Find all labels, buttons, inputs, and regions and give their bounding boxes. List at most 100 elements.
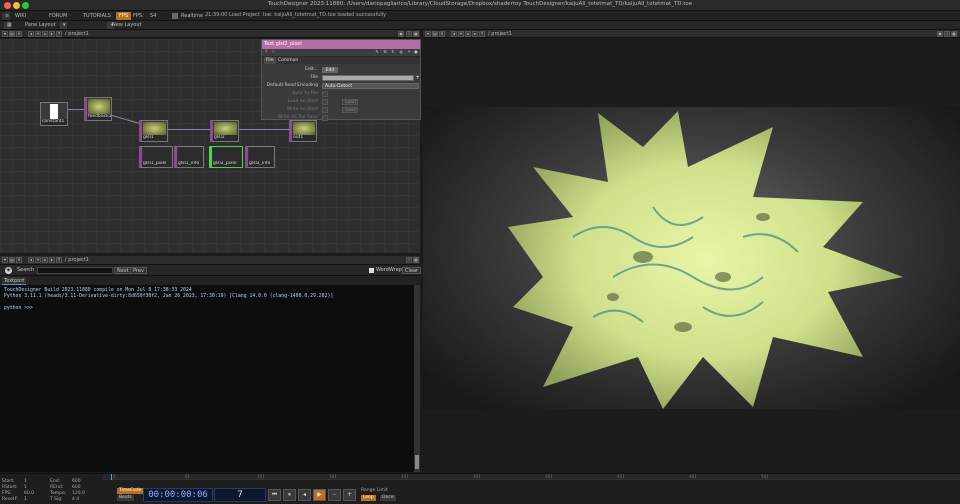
textport-scrollbar[interactable] <box>414 285 420 472</box>
timeline-ruler[interactable]: 1 61 121 181 241 301 361 421 481 541 <box>103 474 960 480</box>
write-on-toe-save-toggle[interactable] <box>322 114 328 121</box>
textport-output[interactable]: TouchDesigner Build 2023.11880 compile o… <box>0 285 414 472</box>
add-param-icon[interactable]: + <box>406 50 412 56</box>
pane-menu-icon[interactable]: ▾ <box>425 31 431 37</box>
output-viewer[interactable] <box>423 39 960 472</box>
pane-grid-icon[interactable]: ▦ <box>413 31 419 37</box>
resetf-value[interactable]: 1 <box>24 497 27 502</box>
menu-icon[interactable]: ≡ <box>2 12 10 20</box>
color-icon[interactable]: ● <box>413 50 419 56</box>
fps-badge[interactable]: FPS <box>116 12 132 20</box>
home-icon[interactable]: ⌂ <box>42 257 48 263</box>
pane-close-icon[interactable]: × <box>16 257 22 263</box>
pane-menu-icon[interactable]: ▾ <box>2 31 8 37</box>
up-icon[interactable]: ↑ <box>56 257 62 263</box>
node-out1[interactable]: out1 <box>289 120 317 142</box>
add-icon[interactable]: + <box>35 257 41 263</box>
write-on-start-toggle[interactable] <box>322 106 328 113</box>
tab-pane-layout[interactable]: Pane Layout <box>22 22 59 29</box>
node-feedback1[interactable]: feedback1 <box>84 97 112 121</box>
wordwrap-checkbox[interactable] <box>369 268 374 273</box>
pane-close-icon[interactable]: × <box>439 31 445 37</box>
step-forward-icon[interactable]: – <box>328 489 341 501</box>
pane-info-icon[interactable]: i <box>944 31 950 37</box>
back-icon[interactable]: ◂ <box>28 31 34 37</box>
skip-end-icon[interactable]: + <box>343 489 356 501</box>
add-icon[interactable]: + <box>458 31 464 37</box>
pane-split-icon[interactable]: ▤ <box>9 257 15 263</box>
scrollbar-thumb[interactable] <box>415 455 419 469</box>
load-button[interactable]: Load <box>342 98 358 105</box>
sync-toggle[interactable] <box>322 90 328 97</box>
back-icon[interactable]: ◂ <box>451 31 457 37</box>
info-icon[interactable]: i <box>270 50 276 56</box>
rend-value[interactable]: 600 <box>72 485 81 490</box>
pane-close-icon[interactable]: × <box>16 31 22 37</box>
timecode-mode-button[interactable]: TimeCode <box>117 488 144 494</box>
load-on-start-toggle[interactable] <box>322 98 328 105</box>
node-constant1[interactable]: constant1 <box>40 102 68 126</box>
forward-icon[interactable]: ▸ <box>49 257 55 263</box>
menu-forum[interactable]: FORUM <box>46 12 70 20</box>
pane-info-icon[interactable]: i <box>406 31 412 37</box>
once-button[interactable]: Once <box>380 495 396 501</box>
pane-settings-icon[interactable]: ◉ <box>398 31 404 37</box>
step-back-icon[interactable]: ◂ <box>298 489 311 501</box>
menu-wiki[interactable]: WIKI <box>12 12 29 20</box>
parameter-dialog[interactable]: Text glsl2_pixel ? i ✎ ⚒ ↻ ◍ + ● File Co… <box>261 39 421 121</box>
textport-path[interactable]: / project1 <box>65 256 89 264</box>
back-icon[interactable]: ◂ <box>28 257 34 263</box>
node-glsl2[interactable]: glsl2 <box>210 120 239 142</box>
pane-settings-icon[interactable]: ◉ <box>937 31 943 37</box>
render-output-image[interactable] <box>423 107 960 409</box>
tab-file[interactable]: File <box>264 57 276 64</box>
node-glsl2-info[interactable]: glsl2_info <box>245 146 275 168</box>
node-glsl1-pixel[interactable]: glsl1_pixel <box>139 146 173 168</box>
pane-split-icon[interactable]: ▤ <box>432 31 438 37</box>
file-field[interactable] <box>322 74 414 81</box>
rstart-value[interactable]: 1 <box>24 485 27 490</box>
edit-icon[interactable]: ✎ <box>374 50 380 56</box>
tab-textport[interactable]: Textport <box>2 277 27 285</box>
layout-icon[interactable]: ▦ <box>4 22 12 29</box>
pane-info-icon[interactable]: i <box>406 257 412 263</box>
wrench-icon[interactable]: ⚒ <box>382 50 388 56</box>
prev-button[interactable]: Prev <box>130 267 147 274</box>
play-icon[interactable]: ▶ <box>313 489 326 501</box>
end-value[interactable]: 600 <box>72 479 81 484</box>
layout-menu-icon[interactable]: ▾ <box>60 22 67 29</box>
viewer-path[interactable]: / project1 <box>488 30 512 38</box>
tempo-value[interactable]: 120.0 <box>72 491 85 496</box>
edit-button[interactable]: Edit <box>322 66 338 73</box>
node-glsl1-info[interactable]: glsl1_info <box>174 146 204 168</box>
parameter-header[interactable]: Text glsl2_pixel <box>262 40 420 49</box>
pane-grid-icon[interactable]: ▦ <box>413 257 419 263</box>
pane-menu-icon[interactable]: ▾ <box>2 257 8 263</box>
textport-prompt[interactable]: python >>> <box>4 306 410 312</box>
up-icon[interactable]: ↑ <box>479 31 485 37</box>
loop-button[interactable]: Loop <box>361 495 376 501</box>
home-icon[interactable]: ⌂ <box>465 31 471 37</box>
pane-split-icon[interactable]: ▤ <box>9 31 15 37</box>
home-icon[interactable]: ⌂ <box>42 31 48 37</box>
search-input[interactable] <box>37 267 113 274</box>
node-glsl2-pixel[interactable]: glsl2_pixel <box>209 146 243 168</box>
clear-button[interactable]: Clear <box>402 267 422 274</box>
add-file-icon[interactable]: + <box>415 74 420 81</box>
tab-new-layout[interactable]: New Layout <box>109 22 145 29</box>
forward-icon[interactable]: ▸ <box>472 31 478 37</box>
playhead[interactable] <box>111 474 112 480</box>
node-glsl1[interactable]: glsl1 <box>139 120 168 142</box>
beats-mode-button[interactable]: Beats <box>117 495 134 501</box>
next-button[interactable]: Next <box>114 267 132 274</box>
network-path[interactable]: / project1 <box>65 30 89 38</box>
frame-display[interactable]: 7 <box>214 488 266 502</box>
menu-tutorials[interactable]: TUTORIALS <box>80 12 114 20</box>
refresh-icon[interactable]: ↻ <box>390 50 396 56</box>
up-icon[interactable]: ↑ <box>56 31 62 37</box>
encoding-dropdown[interactable]: Auto-Detect <box>322 82 419 89</box>
search-icon[interactable]: ◉ <box>5 267 12 274</box>
forward-icon[interactable]: ▸ <box>49 31 55 37</box>
globe-icon[interactable]: ◍ <box>398 50 404 56</box>
fps-value[interactable]: 60.0 <box>24 491 34 496</box>
